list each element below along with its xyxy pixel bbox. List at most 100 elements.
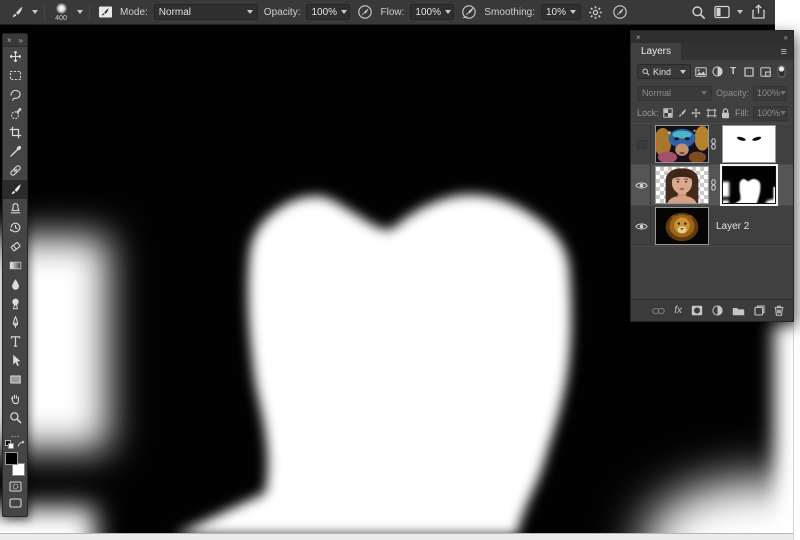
mask-link-icon[interactable] — [709, 179, 718, 191]
blend-mode-row: Normal Opacity: 100% — [631, 83, 793, 103]
adjustment-layer-button[interactable] — [712, 305, 723, 316]
smoothing-stroke-icon[interactable] — [611, 2, 629, 22]
tool-preset-brush-icon[interactable] — [8, 2, 26, 22]
crop-tool[interactable] — [3, 123, 27, 142]
dodge-tool[interactable] — [3, 294, 27, 313]
workspace-chevron-icon[interactable] — [737, 10, 743, 14]
move-tool[interactable] — [3, 47, 27, 66]
brush-picker-chevron-icon[interactable] — [77, 10, 83, 14]
workspace-switcher-icon[interactable] — [713, 2, 731, 22]
mask-link-icon[interactable] — [709, 138, 718, 150]
mode-dropdown[interactable]: Normal — [153, 4, 258, 20]
hand-tool[interactable] — [3, 389, 27, 408]
brush-tool-selected[interactable] — [3, 180, 27, 199]
flow-dropdown[interactable]: 100% — [410, 4, 455, 20]
layer-effects-button[interactable]: fx — [674, 305, 682, 316]
quick-mask-mode-button[interactable] — [3, 478, 27, 495]
layer-opacity-label: Opacity: — [715, 88, 749, 98]
close-icon[interactable]: × — [7, 36, 12, 45]
healing-brush-tool[interactable] — [3, 161, 27, 180]
visibility-toggle[interactable] — [633, 165, 651, 205]
mode-label: Mode: — [120, 6, 148, 18]
blend-mode-dropdown[interactable]: Normal — [637, 85, 712, 101]
filter-toggle-switch[interactable] — [775, 65, 787, 79]
foreground-color-swatch[interactable] — [5, 452, 18, 465]
lasso-tool[interactable] — [3, 85, 27, 104]
filter-kind-chevron-icon — [680, 69, 687, 74]
screen-mode-button[interactable] — [3, 495, 27, 511]
lock-transparency-icon[interactable] — [663, 106, 673, 120]
ellipsis-icon: … — [10, 428, 20, 439]
history-brush-tool[interactable] — [3, 218, 27, 237]
type-tool[interactable] — [3, 332, 27, 351]
layer-opacity-chevron-icon — [780, 91, 787, 95]
opacity-dropdown[interactable]: 100% — [306, 4, 351, 20]
filter-shape-layers-icon[interactable] — [743, 65, 755, 79]
filter-smart-objects-icon[interactable] — [759, 65, 771, 79]
blur-tool[interactable] — [3, 275, 27, 294]
layer-opacity-value: 100% — [757, 88, 781, 98]
layer-thumbnail-masked-face[interactable] — [655, 125, 709, 163]
blend-mode-value: Normal — [642, 88, 672, 98]
filter-kind-value: Kind — [653, 66, 672, 77]
pen-tool[interactable] — [3, 313, 27, 332]
smoothing-dropdown[interactable]: 10% — [540, 4, 581, 20]
new-group-button[interactable] — [732, 306, 745, 316]
eraser-tool[interactable] — [3, 237, 27, 256]
panel-menu-icon[interactable]: ≡ — [775, 43, 793, 60]
filter-kind-dropdown[interactable]: Kind — [637, 64, 692, 79]
lock-position-icon[interactable] — [691, 106, 701, 120]
add-layer-mask-button[interactable] — [691, 305, 703, 316]
close-icon[interactable]: × — [636, 33, 641, 42]
woman-face-image — [665, 168, 699, 203]
shape-tool[interactable] — [3, 370, 27, 389]
layer-mask-thumbnail-eyes[interactable] — [722, 125, 776, 163]
link-layers-icon[interactable] — [652, 307, 665, 315]
lock-all-icon[interactable] — [721, 106, 731, 120]
photoshop-window: 400 Mode: Normal Opacity: 100% Flow: 100… — [0, 0, 800, 540]
marquee-tool[interactable] — [3, 66, 27, 85]
share-icon[interactable] — [749, 2, 767, 22]
layers-panel: × » Layers ≡ Kind T Normal Opacity: 100%… — [630, 30, 794, 322]
layer-row-1[interactable] — [631, 124, 793, 165]
layer-thumbnail-woman[interactable] — [655, 166, 709, 204]
brush-settings-panel-icon[interactable] — [96, 2, 114, 22]
eyedropper-tool[interactable] — [3, 142, 27, 161]
fill-label: Fill: — [735, 108, 750, 118]
brush-preview[interactable]: 400 — [51, 2, 71, 22]
layer-opacity-dropdown[interactable]: 100% — [753, 85, 787, 101]
collapse-icon[interactable]: » — [19, 36, 23, 45]
path-selection-tool[interactable] — [3, 351, 27, 370]
lock-artboard-icon[interactable] — [706, 106, 717, 120]
color-swatches[interactable] — [4, 452, 26, 476]
layer-row-2-selected[interactable] — [631, 164, 793, 206]
gradient-tool[interactable] — [3, 256, 27, 275]
lock-pixels-icon[interactable] — [677, 106, 687, 120]
airbrush-flow-toggle-icon[interactable] — [460, 2, 478, 22]
layer-mask-thumbnail-active[interactable] — [720, 164, 778, 206]
fill-chevron-icon — [780, 111, 787, 115]
tab-layers[interactable]: Layers — [631, 43, 682, 60]
gear-icon[interactable] — [587, 2, 605, 22]
new-layer-button[interactable] — [754, 305, 765, 316]
visibility-toggle[interactable] — [633, 124, 651, 164]
filter-adjustment-layers-icon[interactable] — [711, 65, 723, 79]
layer-name: Layer 2 — [716, 220, 750, 232]
layer-filter-row: Kind T — [631, 60, 793, 83]
collapse-icon[interactable]: » — [784, 33, 788, 42]
visibility-toggle[interactable] — [633, 206, 651, 246]
delete-layer-button[interactable] — [774, 305, 784, 316]
filter-type-layers-icon[interactable]: T — [727, 65, 739, 79]
zoom-tool[interactable] — [3, 408, 27, 427]
layer-row-3[interactable]: Layer 2 — [631, 206, 793, 247]
page-background-corner — [775, 0, 800, 30]
tool-preset-chevron-icon[interactable] — [32, 10, 38, 14]
fill-dropdown[interactable]: 100% — [753, 105, 788, 121]
search-icon[interactable] — [689, 2, 707, 22]
clone-stamp-tool[interactable] — [3, 199, 27, 218]
layer-thumbnail-lion[interactable] — [655, 207, 709, 245]
eye-hidden-icon — [636, 139, 647, 149]
filter-pixel-layers-icon[interactable] — [695, 65, 708, 79]
quick-selection-tool[interactable] — [3, 104, 27, 123]
airbrush-opacity-pressure-icon[interactable] — [356, 2, 374, 22]
